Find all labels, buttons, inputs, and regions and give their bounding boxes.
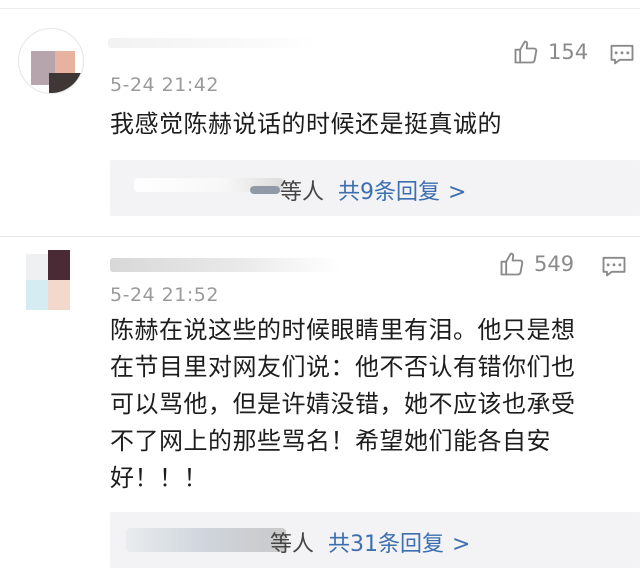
comment-item: 5-24 21:42 154 我感觉陈赫说话的时候还是挺真诚的 等人 共9条回复 >	[0, 0, 640, 236]
comment-timestamp: 5-24 21:42	[110, 74, 219, 96]
reply-button[interactable]	[608, 40, 636, 68]
replies-count[interactable]: 共31条回复	[328, 532, 444, 557]
comment-text-line: 好！！！	[110, 464, 208, 492]
comment-bubble-icon	[602, 256, 626, 277]
like-button[interactable]: 549	[498, 250, 574, 278]
like-button[interactable]: 154	[512, 38, 588, 66]
replies-link[interactable]: 等人 共9条回复 >	[280, 174, 466, 206]
like-count: 549	[534, 252, 575, 276]
comment-text-line: 可以骂他，但是许婧没错，她不应该也承受	[110, 390, 576, 418]
comment-text-line: 不了网上的那些骂名！希望她们能各自安	[110, 427, 551, 455]
blurred-username[interactable]	[108, 38, 318, 48]
replies-by-text: 等人	[270, 532, 315, 557]
comment-item: 5-24 21:52 549 陈赫在说这些的时候眼睛里有泪。他只是想 在节目里对…	[0, 236, 640, 583]
comment-text-line: 在节目里对网友们说：他不否认有错你们也	[110, 353, 576, 381]
chevron-right-icon: >	[452, 532, 471, 557]
replies-summary[interactable]: 等人 共31条回复 >	[110, 512, 640, 568]
blurred-username[interactable]	[110, 258, 340, 272]
replies-by-text: 等人	[280, 180, 325, 205]
comment-text-line: 陈赫在说这些的时候眼睛里有泪。他只是想	[110, 316, 576, 344]
avatar-blur-block	[48, 280, 70, 310]
avatar-blur-block	[26, 280, 48, 310]
avatar-blur-block	[48, 250, 70, 280]
comment-timestamp: 5-24 21:52	[110, 284, 219, 306]
avatar[interactable]	[18, 250, 88, 320]
replies-link[interactable]: 等人 共31条回复 >	[270, 526, 470, 558]
chevron-right-icon: >	[448, 180, 467, 205]
like-count: 154	[548, 40, 589, 64]
thumbs-up-icon	[500, 252, 524, 276]
comment-bubble-icon	[610, 44, 634, 65]
avatar-blur-block	[26, 254, 48, 280]
reply-button[interactable]	[600, 252, 628, 280]
replies-summary[interactable]: 等人 共9条回复 >	[110, 160, 640, 216]
thumbs-up-icon	[514, 40, 538, 64]
blurred-replier-names	[126, 528, 286, 552]
avatar-blur-block	[49, 73, 81, 93]
comment-text: 陈赫在说这些的时候眼睛里有泪。他只是想 在节目里对网友们说：他不否认有错你们也 …	[110, 312, 630, 497]
comment-text-line: 我感觉陈赫说话的时候还是挺真诚的	[110, 110, 502, 138]
blurred-replier-names	[250, 186, 280, 194]
comment-text: 我感觉陈赫说话的时候还是挺真诚的	[110, 106, 610, 143]
avatar[interactable]	[18, 28, 84, 94]
replies-count[interactable]: 共9条回复	[338, 180, 440, 205]
